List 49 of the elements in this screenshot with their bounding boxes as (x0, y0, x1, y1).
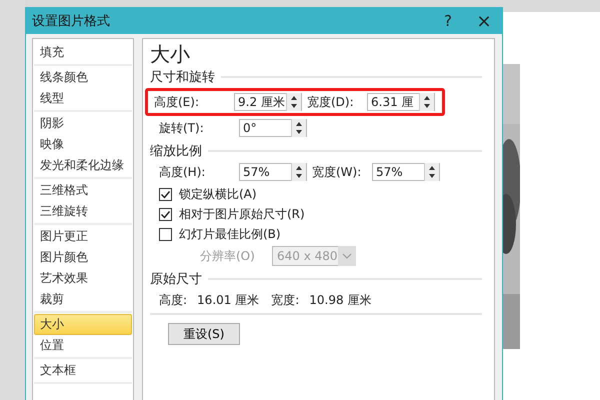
checkbox-label: 相对于图片原始尺寸(R) (179, 206, 305, 222)
category-item[interactable]: 图片更正 (34, 226, 132, 247)
close-button[interactable]: × (466, 9, 502, 33)
reset-button[interactable]: 重设(S) (168, 323, 240, 345)
field-label: 宽度(W): (312, 164, 362, 180)
field-label: 高度(E): (154, 94, 200, 110)
spinner-icon[interactable] (424, 163, 439, 181)
section-title: 尺寸和旋转 (150, 69, 215, 86)
category-item[interactable]: 艺术效果 (34, 268, 132, 289)
spin-field[interactable]: 57% (239, 163, 307, 181)
section-title: 缩放比例 (150, 143, 202, 160)
category-item[interactable]: 文本框 (34, 360, 132, 381)
field-label: 高度: (159, 292, 188, 309)
field-label: 宽度: (271, 292, 300, 309)
checkbox[interactable] (159, 188, 172, 200)
checkbox[interactable] (159, 208, 172, 220)
window-title: 设置图片格式 (32, 13, 111, 30)
spinner-icon[interactable] (286, 93, 301, 111)
category-item[interactable]: 发光和柔化边缘 (34, 155, 132, 176)
spin-field[interactable]: 57% (372, 163, 440, 181)
spinner-icon[interactable] (291, 163, 306, 181)
category-item[interactable]: 线型 (34, 88, 132, 109)
help-button[interactable]: ? (430, 9, 466, 33)
category-item[interactable]: 三维旋转 (34, 201, 132, 222)
spinner-icon[interactable] (419, 93, 434, 111)
field-label: 高度(H): (159, 164, 206, 180)
category-item[interactable]: 位置 (34, 335, 132, 356)
checkbox-label: 幻灯片最佳比例(B) (179, 226, 281, 242)
spinner-icon[interactable] (291, 119, 306, 137)
size-value: 10.98 厘米 (309, 292, 372, 309)
field-label: 旋转(T): (159, 120, 205, 136)
category-item[interactable]: 线条颜色 (34, 67, 132, 88)
spin-field[interactable]: 6.31 厘 (367, 93, 435, 111)
category-item[interactable]: 映像 (34, 134, 132, 155)
category-item[interactable]: 大小 (34, 314, 132, 335)
spin-field[interactable]: 9.2 厘米 (234, 93, 302, 111)
category-item[interactable]: 三维格式 (34, 180, 132, 201)
category-item[interactable]: 填充 (34, 42, 132, 63)
field-label: 宽度(D): (307, 94, 355, 110)
panel-heading: 大小 (150, 42, 191, 66)
field-label: 分辨率(O) (200, 248, 256, 264)
category-item[interactable]: 阴影 (34, 113, 132, 134)
checkbox[interactable] (159, 228, 172, 240)
checkbox-label: 锁定纵横比(A) (179, 186, 257, 202)
size-value: 16.01 厘米 (197, 292, 260, 309)
spin-field[interactable]: 0° (239, 119, 307, 137)
section-title: 原始尺寸 (150, 271, 202, 288)
category-item[interactable]: 裁剪 (34, 289, 132, 310)
category-item[interactable]: 图片颜色 (34, 247, 132, 268)
